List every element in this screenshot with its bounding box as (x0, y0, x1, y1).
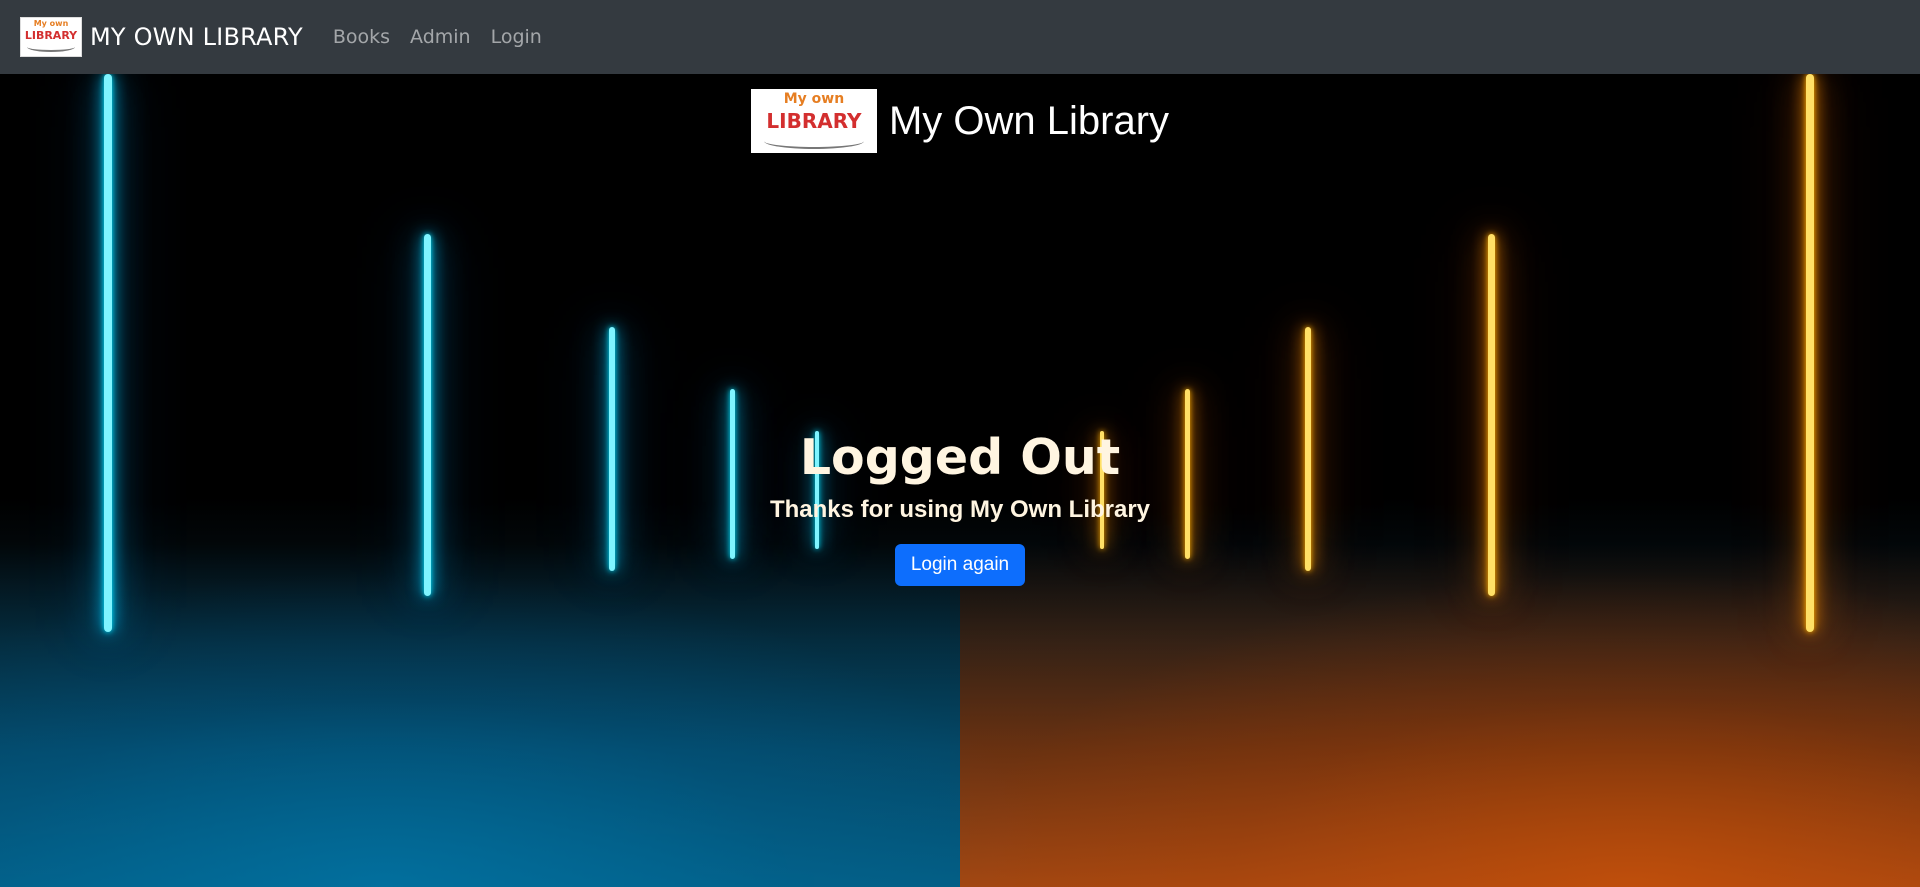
login-again-button[interactable]: Login again (894, 544, 1026, 586)
library-logo-icon: My own LIBRARY (20, 17, 82, 57)
site-title: My Own Library (888, 98, 1170, 143)
neon-floor-reflection-right (960, 544, 1920, 887)
hero-section: My own LIBRARY My Own Library Logged Out… (0, 74, 1920, 887)
nav-link-admin[interactable]: Admin (400, 26, 481, 48)
navbar: My own LIBRARY MY OWN LIBRARY Books Admi… (0, 0, 1920, 74)
page-heading: Logged Out (799, 429, 1121, 486)
open-book-icon (27, 42, 75, 52)
neon-floor-reflection-left (0, 544, 960, 887)
navbar-brand[interactable]: My own LIBRARY MY OWN LIBRARY (20, 17, 303, 57)
site-header: My own LIBRARY My Own Library (0, 89, 1920, 153)
page-subheading: Thanks for using My Own Library (769, 496, 1151, 523)
brand-title[interactable]: MY OWN LIBRARY (90, 23, 303, 51)
nav-link-books[interactable]: Books (323, 26, 400, 48)
logout-message: Logged Out Thanks for using My Own Libra… (0, 429, 1920, 586)
nav-links: Books Admin Login (323, 26, 552, 48)
nav-link-login[interactable]: Login (481, 26, 552, 48)
open-book-icon (763, 133, 865, 149)
library-logo-icon: My own LIBRARY (750, 89, 877, 153)
